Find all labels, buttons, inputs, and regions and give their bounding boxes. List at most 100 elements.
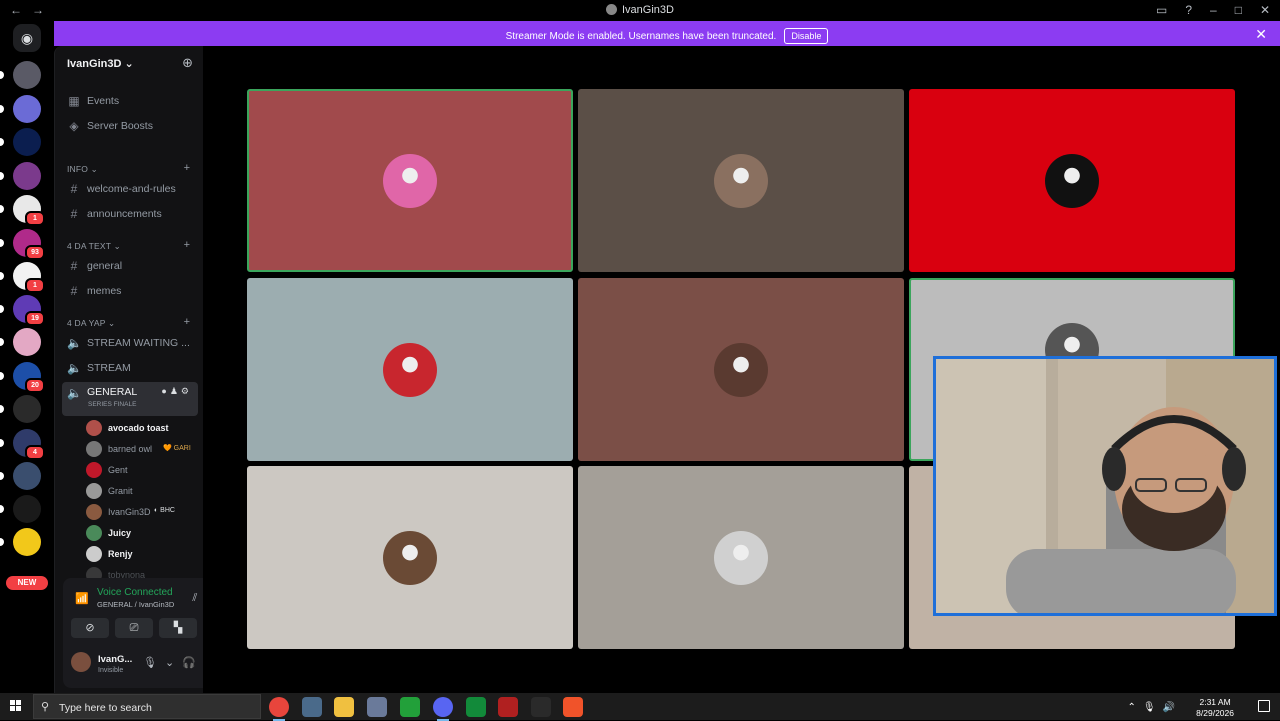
taskbar-app-calculator[interactable]: [302, 697, 322, 717]
avatar: [86, 483, 102, 499]
events-link[interactable]: ▦ Events: [62, 90, 198, 112]
taskbar-app-app[interactable]: [367, 697, 387, 717]
unread-indicator: [0, 538, 4, 546]
taskbar-app-xbox[interactable]: [400, 697, 420, 717]
participant-avatar: [383, 342, 437, 397]
taskbar-app-app-3[interactable]: [531, 697, 551, 717]
participant-tile[interactable]: [578, 89, 904, 272]
add-channel-icon[interactable]: +: [184, 162, 190, 174]
discord-home-icon[interactable]: ◉: [13, 24, 41, 52]
streamer-mode-banner: Streamer Mode is enabled. Usernames have…: [54, 21, 1280, 46]
minimize-button[interactable]: –: [1210, 3, 1217, 17]
unread-indicator: [0, 338, 4, 346]
help-icon[interactable]: ?: [1185, 3, 1192, 17]
participant-tile[interactable]: [578, 466, 904, 649]
unread-indicator: [0, 272, 4, 280]
disable-button[interactable]: Disable: [784, 28, 829, 44]
category-text[interactable]: 4 DA TEXT ⌄: [67, 241, 121, 252]
add-channel-icon[interactable]: +: [184, 239, 190, 251]
server-icon[interactable]: [0, 61, 41, 89]
server-icon[interactable]: [0, 328, 41, 356]
server-icon[interactable]: [0, 95, 41, 123]
server-icon[interactable]: 4: [0, 429, 45, 460]
user-tag: ◐ BHC: [154, 507, 175, 514]
chat-icon[interactable]: ●: [161, 386, 169, 396]
unread-indicator: [0, 472, 4, 480]
server-icon[interactable]: [0, 495, 41, 523]
settings-gear-icon[interactable]: ⚙: [181, 386, 192, 396]
windows-start-icon[interactable]: [10, 700, 22, 712]
participant-tile[interactable]: [247, 89, 573, 272]
hash-icon: #: [70, 284, 78, 298]
server-icon[interactable]: 1: [0, 195, 45, 226]
unread-indicator: [0, 372, 4, 380]
channel-welcome-and-rules[interactable]: # welcome-and-rules: [62, 178, 198, 200]
chevron-up-icon[interactable]: ⌃: [1127, 702, 1142, 713]
server-icon[interactable]: [0, 162, 41, 190]
maximize-button[interactable]: □: [1235, 3, 1242, 17]
search-placeholder: Type here to search: [59, 702, 152, 714]
unread-indicator: [0, 505, 4, 513]
participant-tile[interactable]: [247, 466, 573, 649]
server-icon[interactable]: 93: [0, 229, 45, 260]
unread-indicator: [0, 138, 4, 146]
server-icon[interactable]: [0, 128, 41, 156]
user-name: IvanG...: [98, 654, 133, 665]
category-yap[interactable]: 4 DA YAP ⌄: [67, 318, 115, 329]
channel-announcements[interactable]: # announcements: [62, 203, 198, 225]
channel-sidebar: IvanGin3D ⌄ ⊕ ▦ Events ◈ Server Boosts INF…: [54, 46, 251, 693]
server-icon[interactable]: [0, 395, 41, 423]
volume-icon[interactable]: 🔊: [1163, 702, 1182, 713]
add-channel-icon[interactable]: +: [184, 316, 190, 328]
activities-button[interactable]: ▚: [159, 618, 197, 638]
participant-tile[interactable]: [909, 89, 1235, 272]
taskbar-app-discord[interactable]: [433, 697, 453, 721]
avatar: [86, 441, 102, 457]
taskbar-app-xbox-game-bar[interactable]: [466, 697, 486, 717]
invite-people-icon[interactable]: ⊕: [182, 55, 193, 71]
banner-close-icon[interactable]: ✕: [1255, 26, 1267, 43]
server-boosts-link[interactable]: ◈ Server Boosts: [62, 115, 198, 137]
inbox-icon[interactable]: ▭: [1156, 3, 1167, 17]
user-status: Invisible: [98, 667, 124, 674]
user-avatar[interactable]: [71, 652, 91, 672]
server-icon[interactable]: 20: [0, 362, 45, 393]
chevron-down-icon[interactable]: ⌄: [165, 657, 182, 669]
server-icon[interactable]: 1: [0, 262, 45, 293]
taskbar-app-chrome[interactable]: [269, 697, 289, 721]
channel-memes[interactable]: # memes: [62, 280, 198, 302]
category-info[interactable]: INFO ⌄: [67, 164, 98, 175]
clock[interactable]: 2:31 AM 8/29/2026: [1196, 697, 1234, 719]
taskbar-app-app-2[interactable]: [498, 697, 518, 717]
voice-location[interactable]: GENERAL / IvanGin3D: [97, 600, 174, 609]
server-icon[interactable]: [0, 528, 41, 556]
close-window-button[interactable]: ✕: [1260, 3, 1270, 17]
hash-icon: #: [70, 207, 78, 221]
voice-user-name: avocado toast: [108, 423, 169, 433]
channel-stream-waiting[interactable]: 🔈 STREAM WAITING ...: [62, 332, 198, 354]
channel-stream[interactable]: 🔈 STREAM: [62, 357, 198, 379]
microphone-tray-icon[interactable]: 🎙: [1143, 702, 1163, 713]
server-icon[interactable]: 19: [0, 295, 45, 326]
taskbar-app-brave[interactable]: [563, 697, 583, 717]
participant-tile[interactable]: [247, 278, 573, 461]
server-icon[interactable]: [0, 462, 41, 490]
taskbar-search[interactable]: ⚲ Type here to search: [33, 694, 261, 719]
screen-share-button[interactable]: ⎚: [115, 618, 153, 638]
unread-indicator: [0, 71, 4, 79]
camera-off-button[interactable]: ⊘: [71, 618, 109, 638]
taskbar-app-file-explorer[interactable]: [334, 697, 354, 717]
server-header[interactable]: IvanGin3D ⌄ ⊕: [55, 46, 204, 80]
chevron-down-icon: ⌄: [124, 58, 134, 70]
headphones-icon[interactable]: 🎧: [182, 657, 204, 669]
participant-tile[interactable]: [578, 278, 904, 461]
speaker-icon: 🔈: [67, 361, 82, 375]
channel-general[interactable]: # general: [62, 255, 198, 277]
notification-center-icon[interactable]: [1258, 700, 1270, 712]
unread-indicator: [0, 172, 4, 180]
participant-avatar: [714, 342, 768, 397]
webcam-preview[interactable]: [933, 356, 1277, 616]
channel-voice-general[interactable]: 🔈 GENERAL SERIES FINALE ●♟⚙: [62, 382, 198, 416]
invite-icon[interactable]: ♟: [170, 386, 181, 396]
microphone-icon[interactable]: 🎙: [143, 657, 165, 669]
